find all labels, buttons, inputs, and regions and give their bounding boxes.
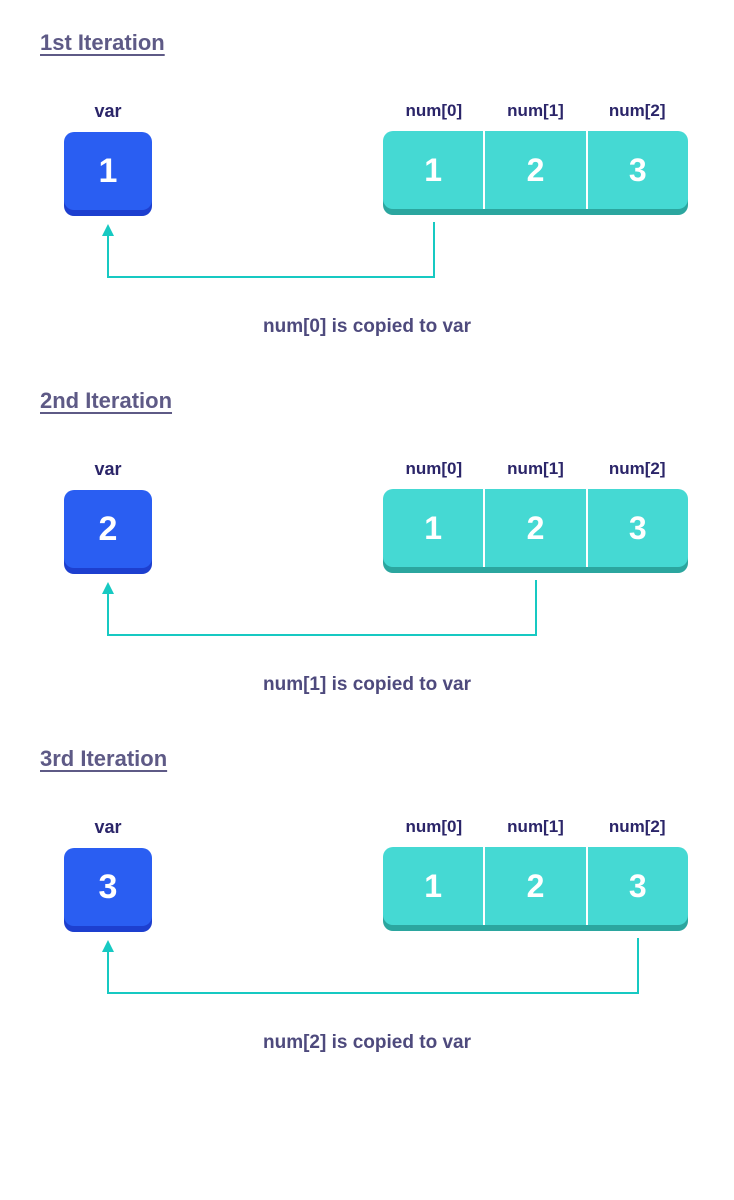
iteration-title: 1st Iteration	[40, 30, 694, 56]
iteration-title: 2nd Iteration	[40, 388, 694, 414]
connector-area	[40, 594, 694, 674]
var-box: 1	[64, 132, 152, 210]
array-group: num[0]num[1]num[2] 123	[383, 817, 688, 931]
array-cell: 2	[485, 131, 587, 209]
iteration-3: 3rd Iterationvar3num[0]num[1]num[2]123nu…	[40, 746, 694, 1054]
array-index-label: num[0]	[383, 101, 485, 121]
iteration-caption: num[2] is copied to var	[40, 1032, 694, 1054]
array-index-label: num[1]	[485, 817, 587, 837]
array-index-label: num[0]	[383, 459, 485, 479]
array-index-label: num[1]	[485, 459, 587, 479]
array-cell: 1	[383, 131, 485, 209]
connector-line	[40, 938, 694, 1018]
var-group: var 2	[58, 459, 158, 574]
array-box: 123	[383, 489, 688, 567]
var-group: var 1	[58, 101, 158, 216]
connector-line	[40, 222, 694, 302]
arrowhead-icon	[102, 582, 114, 594]
array-index-label: num[0]	[383, 817, 485, 837]
iteration-caption: num[0] is copied to var	[40, 316, 694, 338]
array-cell: 1	[383, 489, 485, 567]
diagram-row: var3num[0]num[1]num[2]123	[40, 817, 694, 952]
array-index-label: num[2]	[586, 101, 688, 121]
array-group: num[0]num[1]num[2] 123	[383, 459, 688, 573]
var-label: var	[58, 459, 158, 480]
array-group: num[0]num[1]num[2] 123	[383, 101, 688, 215]
array-box: 123	[383, 131, 688, 209]
iteration-title: 3rd Iteration	[40, 746, 694, 772]
array-cell: 3	[588, 847, 688, 925]
arrowhead-icon	[102, 224, 114, 236]
arrowhead-icon	[102, 940, 114, 952]
array-cell: 3	[588, 131, 688, 209]
array-box: 123	[383, 847, 688, 925]
iteration-caption: num[1] is copied to var	[40, 674, 694, 696]
connector-line	[40, 580, 694, 660]
var-label: var	[58, 101, 158, 122]
array-index-label: num[2]	[586, 817, 688, 837]
var-box: 2	[64, 490, 152, 568]
var-box: 3	[64, 848, 152, 926]
iteration-2: 2nd Iterationvar2num[0]num[1]num[2]123nu…	[40, 388, 694, 696]
diagram-row: var2num[0]num[1]num[2]123	[40, 459, 694, 594]
connector-area	[40, 952, 694, 1032]
array-index-label: num[1]	[485, 101, 587, 121]
var-label: var	[58, 817, 158, 838]
connector-area	[40, 236, 694, 316]
array-cell: 2	[485, 847, 587, 925]
array-cell: 2	[485, 489, 587, 567]
iteration-1: 1st Iterationvar1num[0]num[1]num[2]123nu…	[40, 30, 694, 338]
array-cell: 3	[588, 489, 688, 567]
array-cell: 1	[383, 847, 485, 925]
var-group: var 3	[58, 817, 158, 932]
diagram-row: var1num[0]num[1]num[2]123	[40, 101, 694, 236]
array-index-label: num[2]	[586, 459, 688, 479]
